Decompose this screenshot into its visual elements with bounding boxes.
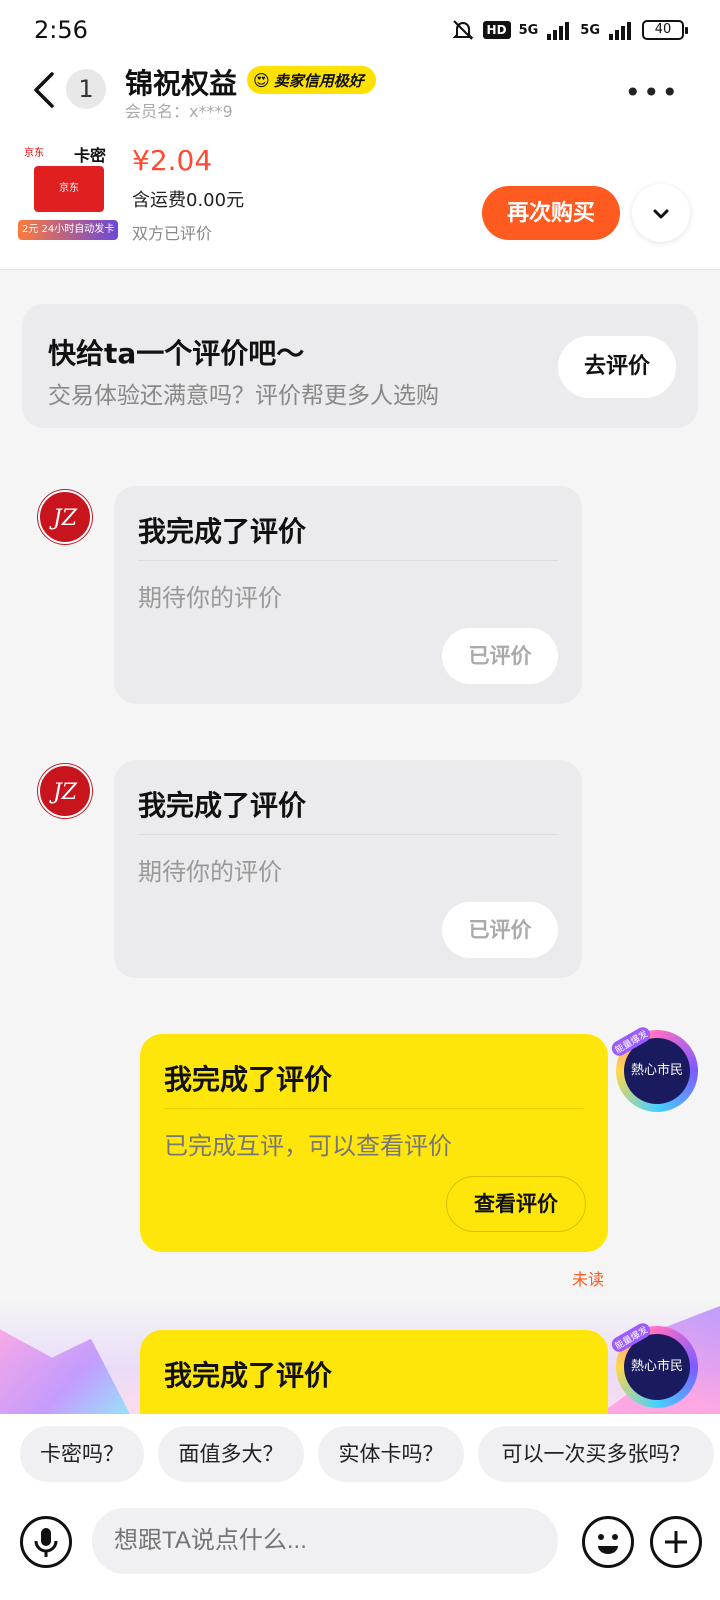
view-review-button[interactable]: 查看评价 — [446, 1176, 586, 1232]
microphone-icon — [34, 1528, 58, 1557]
more-actions-button[interactable] — [650, 1516, 702, 1568]
user-avatar[interactable]: 熱心市民 能量爆发 — [609, 1024, 698, 1112]
message-bubble-own: 我完成了评价 已完成互评，可以查看评价 查看评价 — [140, 1034, 608, 1252]
user-avatar[interactable]: 熱心市民 能量爆发 — [609, 1320, 698, 1408]
message-body: 期待你的评价 — [138, 584, 282, 612]
quick-reply-chip[interactable]: 卡密吗？ — [20, 1426, 144, 1482]
signal-icon — [547, 22, 570, 40]
quick-reply-chip[interactable]: 可以一次买多张吗？ — [478, 1426, 714, 1482]
input-bar — [0, 1500, 720, 1600]
status-icons: HD 5G 5G 40 — [451, 18, 688, 42]
quick-reply-chip[interactable]: 实体卡吗？ — [318, 1426, 464, 1482]
status-bar: 2:56 HD 5G 5G 40 — [0, 0, 720, 62]
rating-status: 双方已评价 — [132, 224, 213, 243]
message-body: 期待你的评价 — [138, 858, 282, 886]
more-options-button[interactable]: ••• — [624, 76, 680, 109]
shipping-fee: 含运费0.00元 — [132, 190, 245, 211]
seller-avatar[interactable]: JZ — [38, 490, 92, 544]
network-5g-2: 5G — [580, 22, 600, 38]
product-card[interactable]: 京东 卡密 京东 2元 24小时自动发卡 ¥2.04 含运费0.00元 双方已评… — [0, 124, 720, 270]
message-input[interactable] — [92, 1508, 558, 1574]
chevron-left-icon — [34, 72, 54, 108]
jd-logo-small: 京东 — [24, 148, 44, 159]
reviewed-button[interactable]: 已评价 — [442, 902, 558, 958]
message-divider — [164, 1108, 584, 1109]
unread-status: 未读 — [572, 1270, 605, 1289]
shop-name[interactable]: 锦祝权益 — [125, 62, 237, 102]
jd-card-image: 京东 — [34, 166, 104, 212]
review-prompt-subtitle: 交易体验还满意吗？评价帮更多人选购 — [48, 383, 439, 409]
quick-reply-chip[interactable]: 面值多大？ — [158, 1426, 304, 1482]
chat-header: 1 锦祝权益 😍 卖家信用极好 会员名：x***9 ••• — [0, 62, 720, 124]
go-review-button[interactable]: 去评价 — [558, 336, 676, 398]
chevron-down-icon — [653, 209, 669, 218]
mute-bell-icon — [452, 20, 473, 40]
product-image[interactable]: 京东 卡密 京东 2元 24小时自动发卡 — [18, 142, 118, 242]
unread-count-badge: 1 — [66, 69, 106, 109]
seller-avatar[interactable]: JZ — [38, 764, 92, 818]
voice-button[interactable] — [20, 1516, 72, 1568]
back-button[interactable] — [26, 68, 66, 112]
message-bubble: 我完成了评价 期待你的评价 已评价 — [114, 486, 582, 704]
smiley-icon — [598, 1534, 618, 1554]
quick-reply-bar: 卡密吗？ 面值多大？ 实体卡吗？ 可以一次买多张吗？ — [0, 1414, 720, 1500]
expand-button[interactable] — [632, 184, 690, 242]
credit-badge: 😍 卖家信用极好 — [247, 66, 376, 94]
message-bubble: 我完成了评价 期待你的评价 已评价 — [114, 760, 582, 978]
reviewed-button[interactable]: 已评价 — [442, 628, 558, 684]
message-title: 我完成了评价 — [138, 515, 307, 548]
message-title: 我完成了评价 — [164, 1063, 333, 1096]
review-prompt-card: 快给ta一个评价吧～ 交易体验还满意吗？评价帮更多人选购 去评价 — [22, 304, 698, 428]
message-title: 我完成了评价 — [164, 1359, 333, 1392]
plus-icon — [665, 1531, 687, 1553]
member-name: 会员名：x***9 — [125, 102, 233, 121]
product-image-strip: 2元 24小时自动发卡 — [18, 220, 118, 240]
emoji-button[interactable] — [582, 1516, 634, 1568]
hd-badge: HD — [482, 21, 511, 39]
network-5g-1: 5G — [518, 22, 539, 38]
credit-badge-label: 卖家信用极好 — [273, 71, 364, 90]
message-divider — [138, 560, 558, 561]
message-title: 我完成了评价 — [138, 789, 307, 822]
product-price: ¥2.04 — [132, 144, 213, 177]
smile-icon: 😍 — [253, 70, 270, 90]
message-body: 已完成互评，可以查看评价 — [164, 1132, 452, 1160]
product-image-label: 卡密 — [74, 146, 107, 165]
battery-icon: 40 — [642, 20, 688, 40]
message-divider — [138, 834, 558, 835]
status-time: 2:56 — [34, 16, 88, 44]
review-prompt-title: 快给ta一个评价吧～ — [48, 337, 305, 370]
message-bubble-own: 我完成了评价 — [140, 1330, 608, 1414]
rebuy-button[interactable]: 再次购买 — [482, 186, 620, 240]
signal-icon-2 — [609, 22, 631, 40]
